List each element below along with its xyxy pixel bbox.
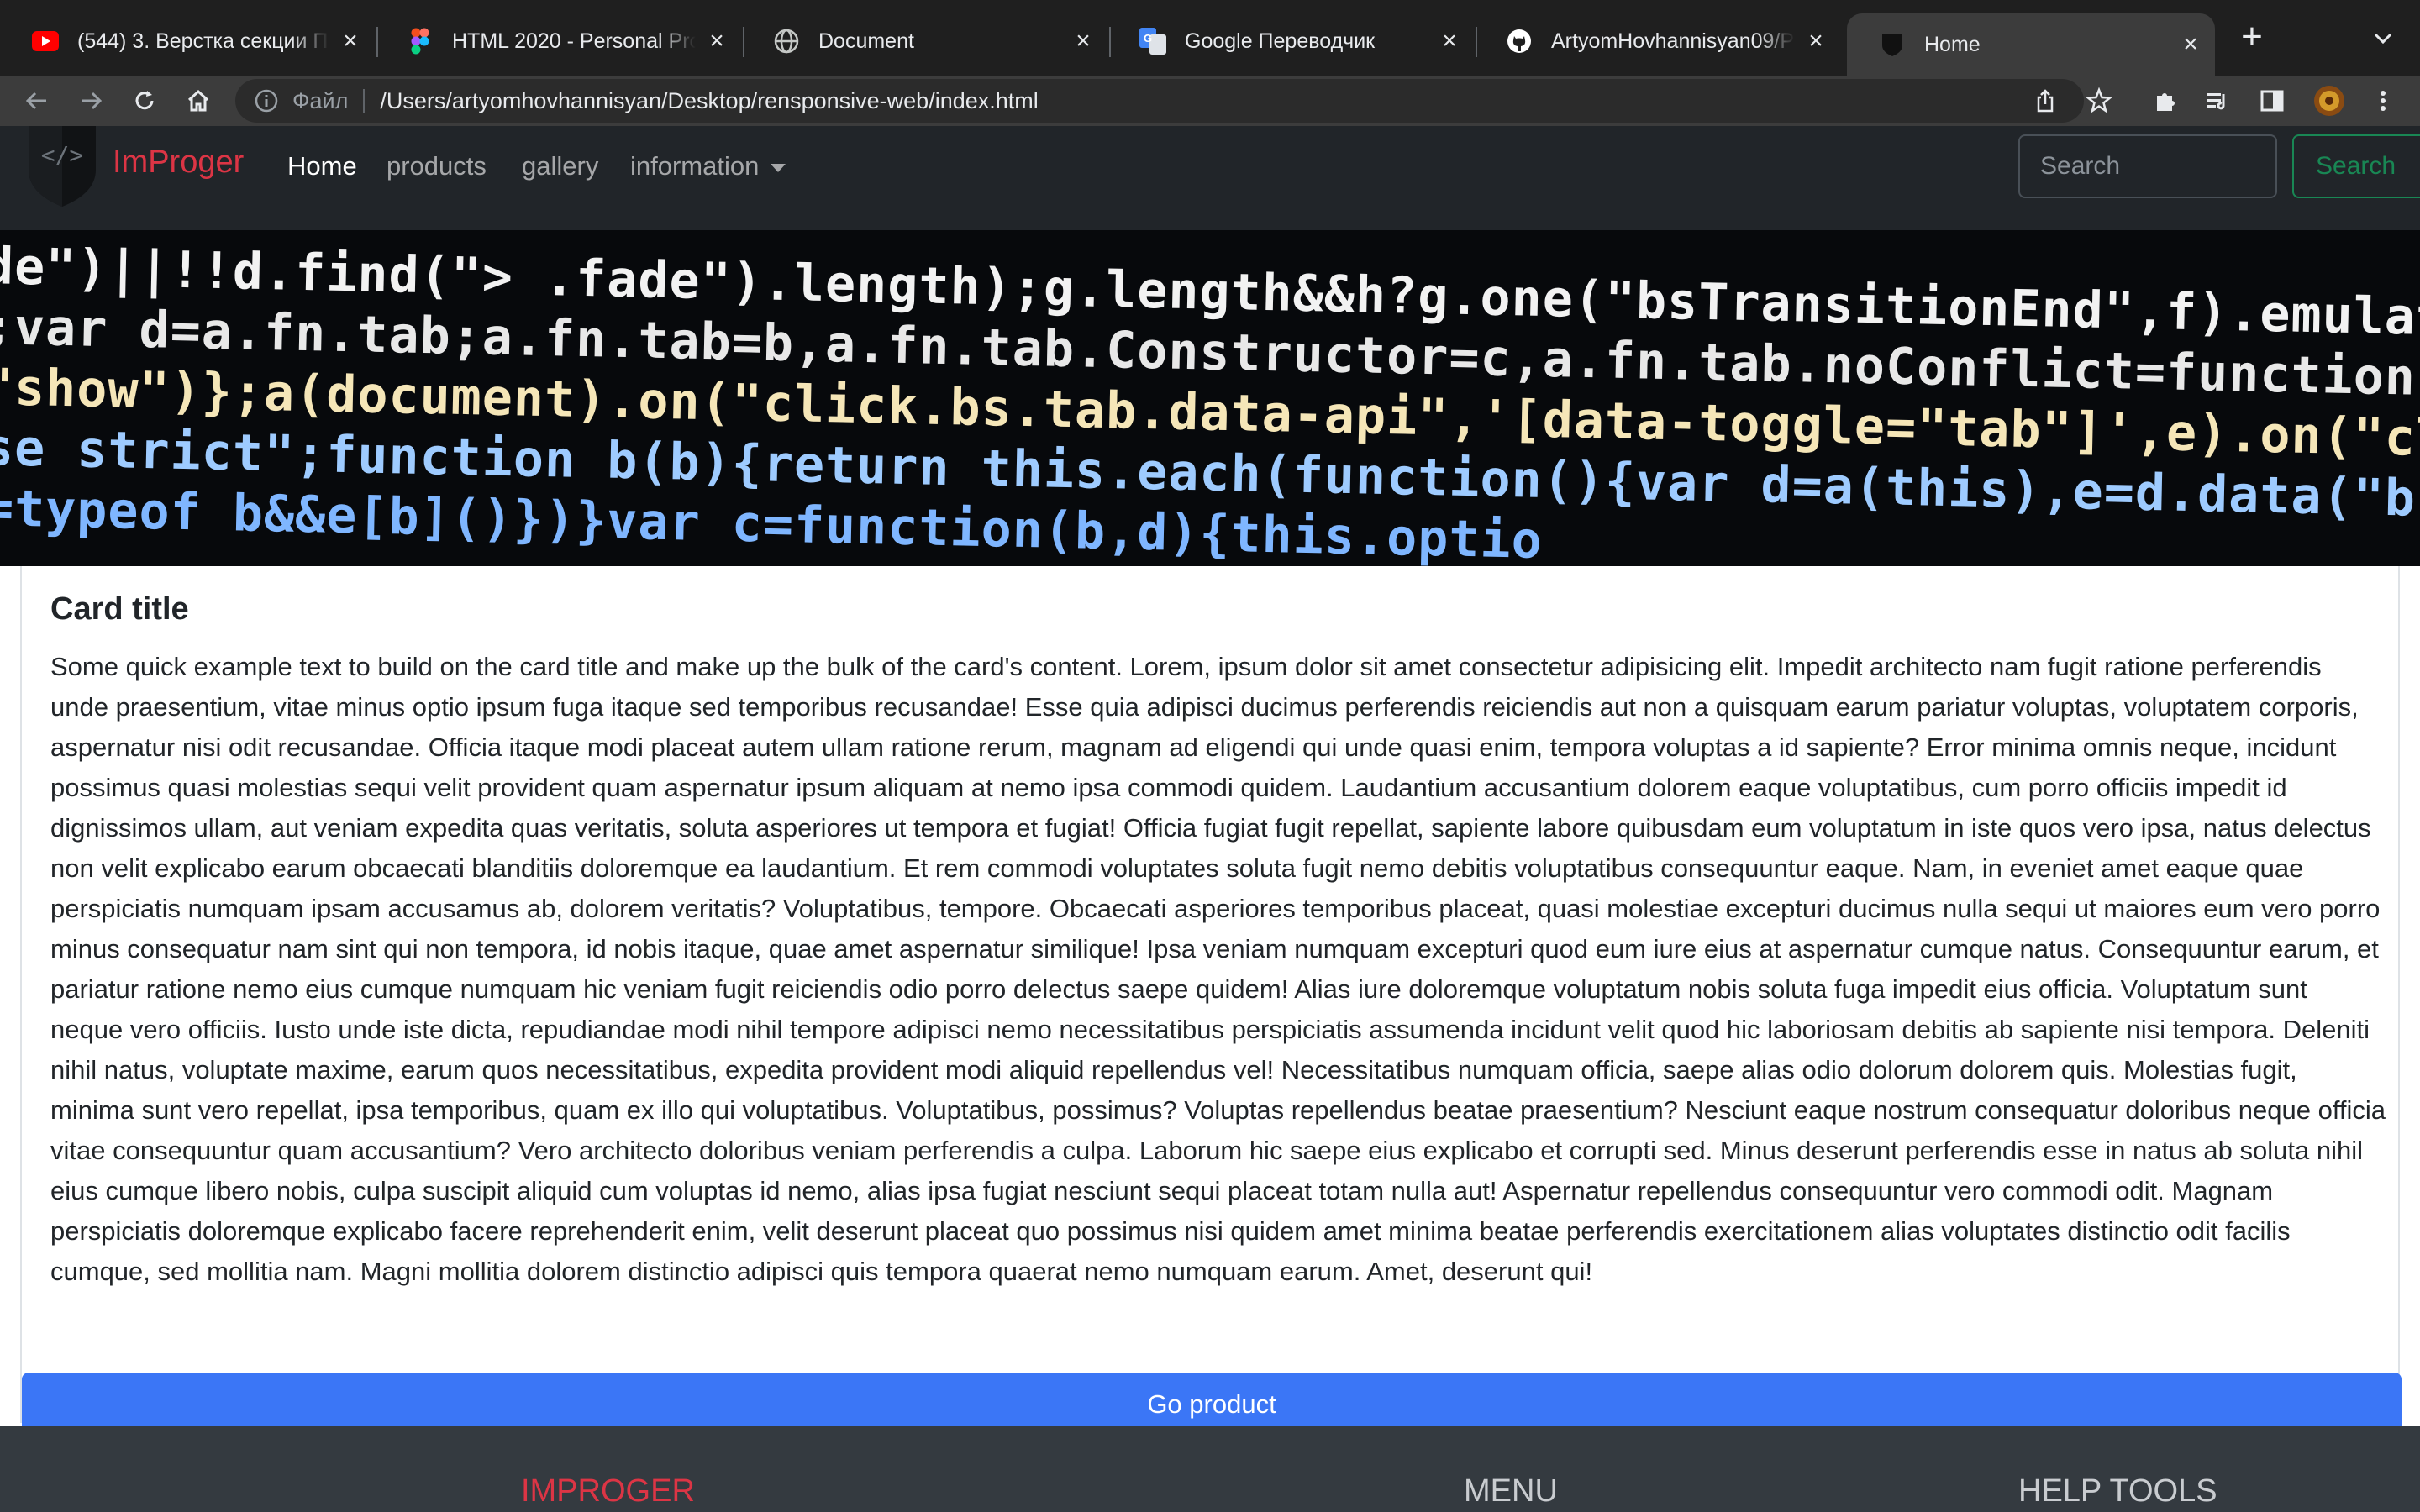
- footer-heading-menu: MENU: [1464, 1473, 1558, 1509]
- tab-title: Google Переводчик: [1185, 29, 1376, 53]
- close-tab-icon[interactable]: ×: [704, 29, 729, 54]
- profile-avatar[interactable]: [2309, 81, 2349, 121]
- extensions-puzzle-icon[interactable]: [2146, 81, 2186, 121]
- github-icon: [1506, 28, 1533, 55]
- close-tab-icon[interactable]: ×: [1803, 29, 1828, 54]
- share-icon[interactable]: [2025, 81, 2065, 121]
- back-arrow-icon[interactable]: [17, 81, 57, 121]
- nav-dropdown-information[interactable]: information: [630, 151, 786, 181]
- search-input[interactable]: [2018, 134, 2277, 198]
- card-title: Card title: [50, 591, 189, 627]
- reload-icon[interactable]: [124, 81, 165, 121]
- content-card: Card title Some quick example text to bu…: [20, 566, 2402, 1436]
- close-tab-icon[interactable]: ×: [338, 29, 363, 54]
- footer-heading-help-tools: HELP TOOLS: [2018, 1473, 2217, 1509]
- more-menu-icon[interactable]: [2363, 81, 2403, 121]
- svg-text:G: G: [1144, 32, 1152, 45]
- address-divider: [363, 89, 366, 113]
- browser-tab-figma[interactable]: HTML 2020 - Personal Project ×: [375, 15, 741, 67]
- forward-arrow-icon[interactable]: [71, 81, 111, 121]
- browser-tab-github[interactable]: ArtyomHovhannisyan09/Photos ×: [1474, 15, 1840, 67]
- footer-heading-improger: IMPROGER: [521, 1473, 695, 1509]
- site-footer: IMPROGER MENU HELP TOOLS: [0, 1426, 2420, 1512]
- shield-code-logo-icon[interactable]: </>: [27, 126, 97, 207]
- browser-tab-bar: (544) 3. Верстка секции Портфолио × HTML…: [0, 0, 2420, 76]
- media-queue-icon[interactable]: [2198, 81, 2238, 121]
- nav-link-gallery[interactable]: gallery: [522, 151, 598, 181]
- info-icon[interactable]: [254, 88, 279, 113]
- nav-link-home[interactable]: Home: [287, 151, 357, 181]
- search-button[interactable]: Search: [2292, 134, 2420, 198]
- close-tab-icon[interactable]: ×: [2178, 32, 2203, 57]
- shield-favicon-icon: [1879, 31, 1906, 58]
- browser-tab-youtube[interactable]: (544) 3. Верстка секции Портфолио ×: [0, 15, 375, 67]
- browser-tab-document[interactable]: Document ×: [741, 15, 1107, 67]
- address-bar[interactable]: Файл /Users/artyomhovhannisyan/Desktop/r…: [235, 79, 2084, 123]
- side-panel-icon[interactable]: [2252, 81, 2292, 121]
- hero-code-image: de")||!!d.find("> .fade").length);g.leng…: [0, 230, 2420, 566]
- globe-icon: [773, 28, 800, 55]
- caret-down-icon: [771, 163, 786, 172]
- tab-title: ArtyomHovhannisyan09/Photos: [1551, 29, 1795, 53]
- google-translate-icon: G: [1139, 28, 1166, 55]
- brand-name[interactable]: ImProger: [113, 144, 244, 181]
- nav-link-products[interactable]: products: [387, 151, 487, 181]
- tab-title: (544) 3. Верстка секции Портфолио: [77, 29, 329, 53]
- svg-text:</>: </>: [41, 141, 84, 169]
- protocol-label: Файл: [292, 87, 349, 113]
- figma-icon: [407, 28, 434, 55]
- browser-tab-home[interactable]: Home ×: [1847, 13, 2215, 76]
- tab-title: Home: [1924, 32, 1981, 56]
- browser-tab-google-translate[interactable]: G Google Переводчик ×: [1107, 15, 1474, 67]
- tab-title: Document: [818, 29, 914, 53]
- site-navbar: </> ImProger Home products gallery infor…: [0, 126, 2420, 230]
- tab-search-chevron-icon[interactable]: [2368, 24, 2398, 54]
- close-tab-icon[interactable]: ×: [1437, 29, 1462, 54]
- tab-title: HTML 2020 - Personal Project: [452, 29, 696, 53]
- home-icon[interactable]: [178, 81, 218, 121]
- web-page: </> ImProger Home products gallery infor…: [0, 126, 2420, 1512]
- card-text: Some quick example text to build on the …: [50, 652, 2386, 1286]
- new-tab-button[interactable]: +: [2235, 18, 2269, 55]
- browser-toolbar: Файл /Users/artyomhovhannisyan/Desktop/r…: [0, 76, 2420, 126]
- youtube-icon: [32, 28, 59, 55]
- url-text[interactable]: /Users/artyomhovhannisyan/Desktop/renspo…: [380, 88, 1038, 114]
- bookmark-star-icon[interactable]: [2079, 81, 2119, 121]
- close-tab-icon[interactable]: ×: [1071, 29, 1096, 54]
- nav-link-information-label: information: [630, 151, 760, 181]
